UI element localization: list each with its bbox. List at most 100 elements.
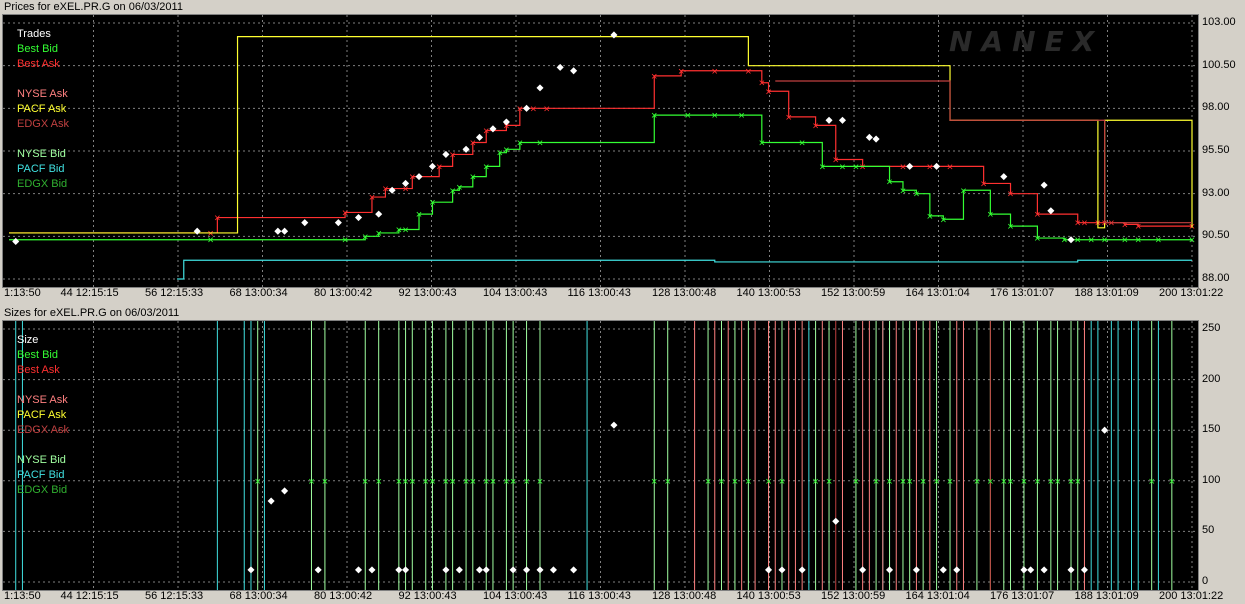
legend-item: Best Bid: [17, 43, 58, 55]
trade-point: [778, 566, 786, 574]
series-trades: [12, 31, 1075, 245]
trade-point: [489, 125, 497, 133]
quote-marker: ×: [1034, 233, 1040, 245]
quote-marker: ×: [483, 161, 489, 173]
quote-marker: ×: [483, 126, 489, 138]
bid-size-marker: ×: [873, 476, 879, 488]
series-best-ask: × × × × × × × × × × × × × × × × × × × × × × × × × × × × × × × × × × × × × × ×: [9, 66, 1195, 240]
bid-size-marker: ×: [510, 476, 516, 488]
trade-point: [1000, 173, 1008, 181]
bid-size-marker: ×: [1054, 476, 1060, 488]
trade-point: [1067, 236, 1075, 244]
legend-item: EDGX Bid: [17, 178, 67, 190]
bid-size-marker: ×: [429, 476, 435, 488]
bid-size-marker: ×: [900, 476, 906, 488]
trade-point: [334, 219, 342, 227]
bid-size-marker: ×: [886, 476, 892, 488]
trade-point: [455, 566, 463, 574]
trade-point: [281, 227, 289, 235]
trade-point: [247, 566, 255, 574]
x-tick-label: 80 13:00:42: [314, 590, 373, 602]
y-tick-label: 150: [1202, 423, 1221, 436]
trade-point: [765, 566, 773, 574]
quote-marker: ×: [685, 110, 691, 122]
y-tick-label: 88.00: [1202, 272, 1230, 284]
y-tick-label: 93.00: [1202, 186, 1230, 199]
legend: Trades Best Bid Best Ask NYSE Ask PACF Ask ED…: [17, 28, 69, 190]
quote-marker: ×: [1101, 235, 1107, 247]
quote-marker: ×: [960, 185, 966, 197]
trade-point: [1067, 566, 1075, 574]
bid-size-marker: ×: [853, 476, 859, 488]
trade-point: [610, 31, 618, 39]
trade-point: [475, 566, 484, 574]
trade-point: [865, 133, 873, 141]
quote-marker: ×: [833, 155, 839, 167]
x-tick-label: 104 13:00:43: [483, 287, 548, 299]
legend-item: NYSE Ask: [17, 88, 68, 100]
quote-marker: ×: [738, 110, 744, 122]
trade-point: [536, 84, 544, 92]
bid-size-marker: ×: [765, 476, 771, 488]
quote-marker: ×: [429, 197, 435, 209]
quote-marker: ×: [785, 112, 791, 124]
quote-marker: ×: [382, 184, 388, 196]
quote-marker: ×: [1061, 235, 1067, 247]
grid: [3, 321, 1198, 590]
nanex-logo: NANEX: [949, 25, 1104, 58]
trade-point: [1040, 181, 1048, 189]
bid-size-marker: ×: [1048, 476, 1054, 488]
trade-point: [475, 133, 484, 141]
bid-size-marker: ×: [375, 476, 381, 488]
x-tick-label: 92 13:00:43: [398, 287, 457, 299]
quote-marker: ×: [456, 182, 462, 194]
vertical-lines-pacf_bid: [15, 321, 1159, 590]
trade-point: [442, 566, 450, 574]
trade-point: [442, 150, 450, 158]
bid-size-marker: ×: [396, 476, 402, 488]
y-tick-label: 50: [1202, 524, 1215, 537]
bid-size-marker: ×: [523, 476, 529, 488]
trade-point: [12, 237, 20, 245]
y-tick-label: 100: [1202, 473, 1221, 486]
bid-size-marker: ×: [651, 476, 657, 488]
series-edgx-ask: [775, 80, 1192, 224]
bid-size-marker: ×: [1034, 476, 1040, 488]
quote-marker: ×: [416, 209, 422, 221]
legend-item: NYSE Bid: [17, 454, 66, 466]
x-tick-label: 188 13:01:09: [1074, 287, 1139, 299]
trade-point: [415, 173, 423, 181]
bid-size-marker: ×: [987, 476, 993, 488]
bid-size-marker: ×: [322, 476, 328, 488]
trade-point: [388, 186, 396, 194]
quote-marker: ×: [712, 110, 718, 122]
bid-size-marker: ×: [1148, 476, 1154, 488]
quote-marker: ×: [530, 103, 536, 115]
sizes-plot-area: × × × × × × × × × × × × × × × × × × × × × × × × × × × × × × × × × × × × × × × ×…: [2, 320, 1199, 591]
quote-marker: ×: [1122, 235, 1128, 247]
y-tick-label: 200: [1202, 372, 1221, 385]
trade-point: [368, 566, 376, 574]
x-tick-label: 128 13:00:48: [652, 287, 717, 299]
bid-size-marker: ×: [664, 476, 670, 488]
x-tick-label: 80 13:00:42: [314, 287, 373, 299]
legend-item: Best Bid: [17, 349, 58, 361]
quote-marker: ×: [886, 177, 892, 189]
quote-marker: ×: [947, 161, 953, 173]
quote-marker: ×: [470, 137, 476, 149]
x-tick-label: 116 13:00:43: [567, 590, 631, 602]
trade-point: [859, 566, 867, 574]
quote-marker: ×: [1007, 189, 1013, 201]
trade-point: [1040, 566, 1048, 574]
legend-item: Best Ask: [17, 58, 60, 70]
quote-marker: ×: [470, 172, 476, 184]
bid-size-marker: ×: [732, 476, 738, 488]
quote-marker: ×: [759, 137, 765, 149]
trade-point: [354, 566, 363, 574]
trade-point: [354, 214, 363, 222]
quote-marker: ×: [712, 66, 718, 78]
quote-marker: ×: [214, 213, 220, 225]
trade-point: [314, 566, 322, 574]
trade-point: [549, 566, 557, 574]
quote-marker: ×: [1075, 218, 1081, 230]
